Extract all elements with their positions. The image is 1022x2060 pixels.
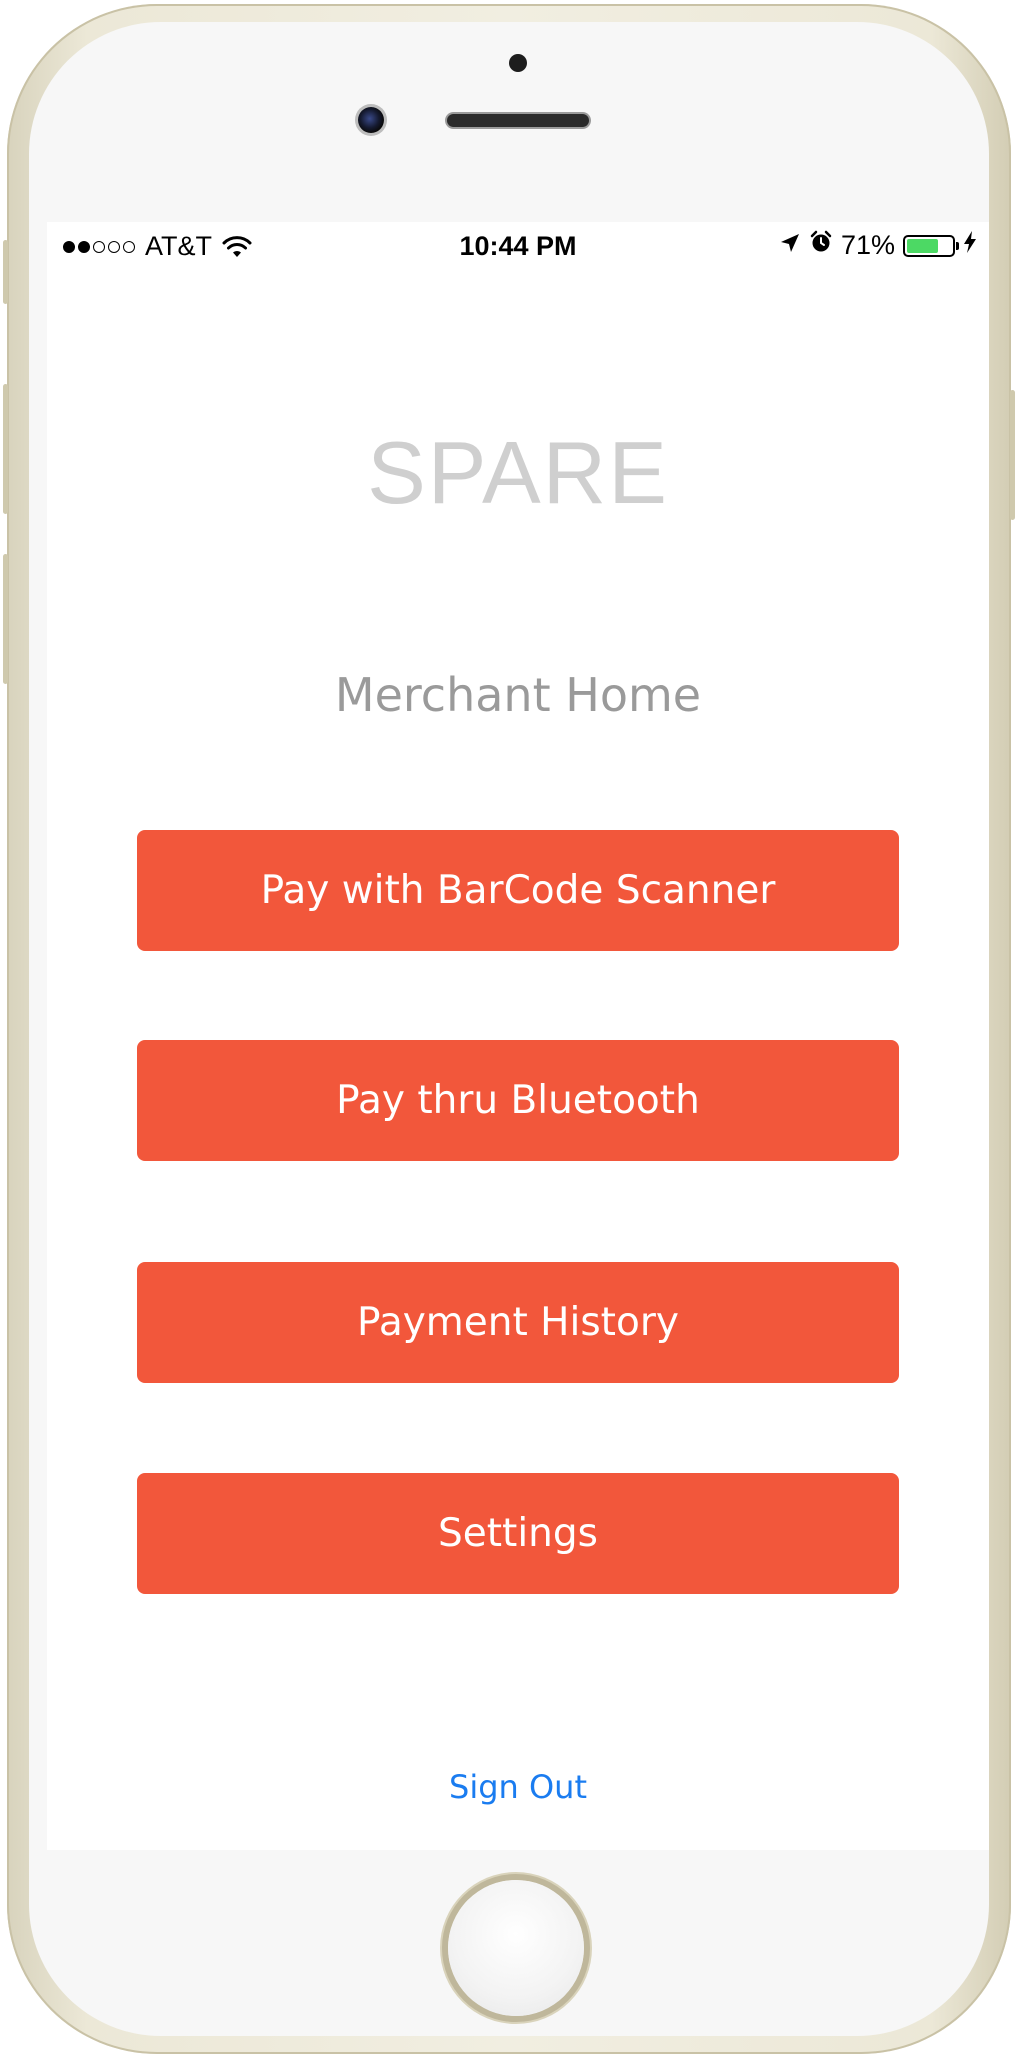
battery-percent: 71% [840, 230, 895, 260]
pay-thru-bluetooth-button[interactable]: Pay thru Bluetooth [137, 1040, 899, 1161]
home-button[interactable] [448, 1880, 584, 2016]
payment-history-button[interactable]: Payment History [137, 1262, 899, 1383]
location-arrow-icon [779, 230, 801, 261]
battery-level-fill [907, 238, 939, 253]
pay-with-barcode-button[interactable]: Pay with BarCode Scanner [137, 830, 899, 951]
battery-icon [903, 234, 959, 257]
alarm-clock-icon [809, 230, 833, 261]
sign-out-link[interactable]: Sign Out [47, 1768, 989, 1806]
volume-up-button [3, 384, 8, 514]
status-right: 71% [779, 230, 977, 261]
page-title: Merchant Home [334, 668, 702, 722]
front-camera-icon [358, 107, 384, 133]
settings-button[interactable]: Settings [137, 1473, 899, 1594]
phone-frame: AT&T 10:44 PM 71% SPARE Merchant Home Pa… [3, 4, 1015, 2054]
power-button [1010, 390, 1015, 520]
screen: AT&T 10:44 PM 71% SPARE Merchant Home Pa… [47, 222, 989, 1850]
mute-switch [3, 240, 8, 304]
app-logo-title: SPARE [367, 423, 669, 522]
status-bar: AT&T 10:44 PM 71% [47, 222, 989, 274]
earpiece-speaker [447, 114, 589, 127]
proximity-sensor [509, 54, 527, 72]
charging-bolt-icon [963, 230, 977, 261]
volume-down-button [3, 554, 8, 684]
